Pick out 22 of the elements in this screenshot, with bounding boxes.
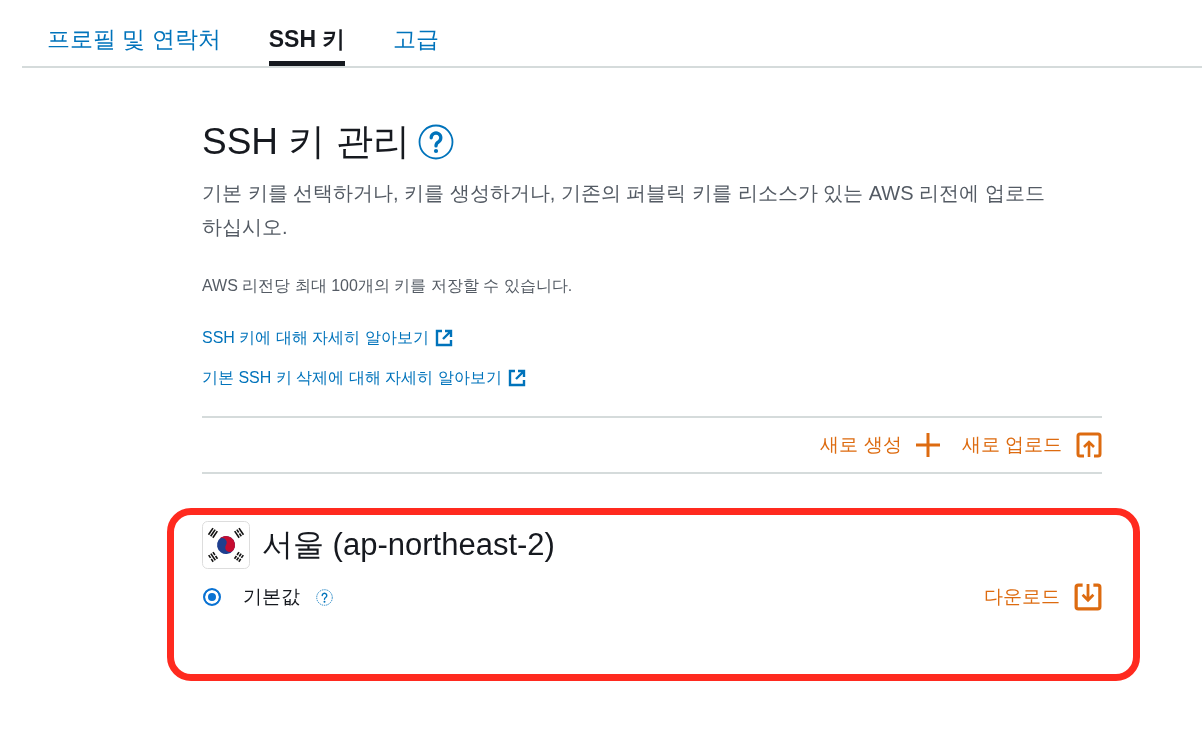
help-icon[interactable] xyxy=(417,124,454,160)
help-link[interactable]: 기본 SSH 키 삭제에 대해 자세히 알아보기 xyxy=(202,366,526,390)
upload-icon xyxy=(1076,432,1102,458)
help-link[interactable]: SSH 키에 대해 자세히 알아보기 xyxy=(202,326,453,350)
limit-note: AWS 리전당 최대 100개의 키를 저장할 수 있습니다. xyxy=(202,276,574,296)
upload-button[interactable]: 새로 업로드 xyxy=(961,432,1102,458)
tab[interactable]: SSH 키 xyxy=(268,18,346,66)
region-name: 서울 (ap-northeast-2) xyxy=(262,526,555,564)
page-title: SSH 키 관리 xyxy=(202,120,410,164)
external-link-icon xyxy=(507,369,526,387)
download-button[interactable]: 다운로드 xyxy=(984,583,1102,611)
tab[interactable]: 프로필 및 연락처 xyxy=(47,18,221,66)
flag-icon xyxy=(202,521,250,569)
download-icon xyxy=(1074,583,1102,611)
plus-icon xyxy=(915,433,940,457)
key-label: 기본값 xyxy=(243,585,300,609)
description-text: 기본 키를 선택하거나, 키를 생성하거나, 기존의 퍼블릭 키를 리소스가 있는 AWS 리전에 업로드하십시오. xyxy=(202,181,1046,240)
help-icon[interactable] xyxy=(316,588,333,606)
external-link-icon xyxy=(434,329,453,347)
tab[interactable]: 고급 xyxy=(393,18,440,66)
radio-button[interactable] xyxy=(203,588,221,606)
create-button[interactable]: 새로 생성 xyxy=(820,432,940,458)
